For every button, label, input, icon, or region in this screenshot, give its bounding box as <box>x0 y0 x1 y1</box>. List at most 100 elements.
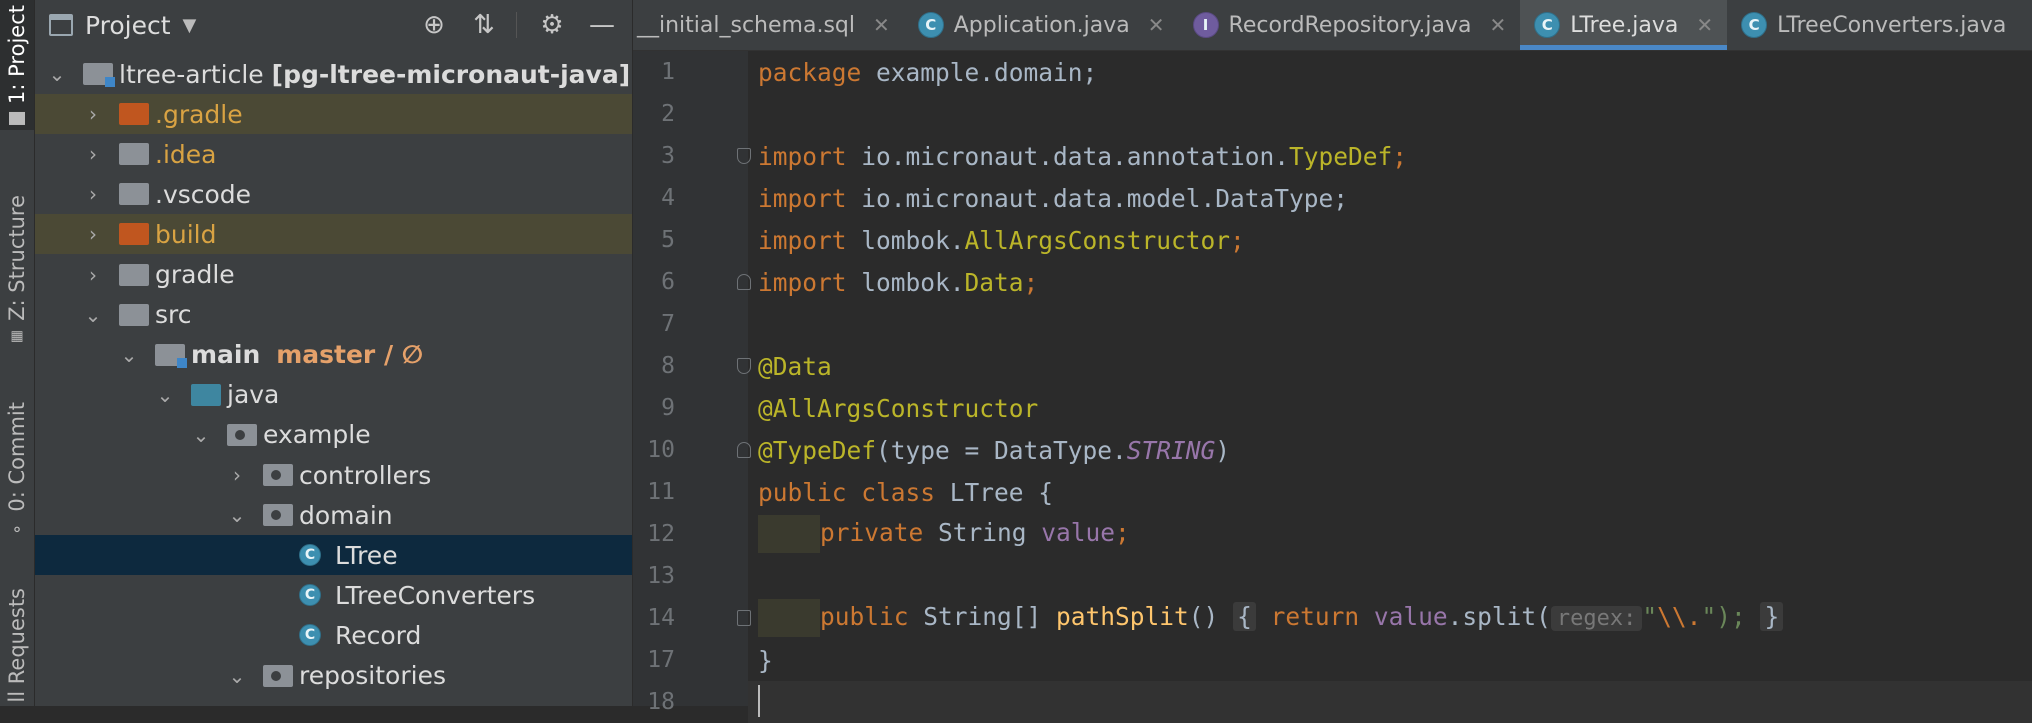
collapse-icon[interactable]: ⇅ <box>467 8 501 42</box>
code-line: 8 @Data <box>633 345 2032 387</box>
tree-row-build[interactable]: › build <box>35 214 632 255</box>
package-icon <box>227 423 257 446</box>
expand-fold-icon[interactable] <box>737 610 751 626</box>
class-icon: C <box>299 624 321 647</box>
tree-row-root[interactable]: ⌄ ltree-article [pg-ltree-micronaut-java… <box>35 54 632 94</box>
code-line: 13 <box>633 555 2032 597</box>
tree-row-gradle[interactable]: › gradle <box>35 255 632 295</box>
chevron-down-icon[interactable]: ⌄ <box>47 62 67 86</box>
chevron-right-icon[interactable]: › <box>227 463 247 487</box>
gear-icon[interactable]: ⚙ <box>535 8 569 42</box>
folded-brace[interactable]: { <box>1233 602 1256 631</box>
folded-brace[interactable]: } <box>1760 602 1784 631</box>
chevron-down-icon[interactable]: ⌄ <box>191 423 211 447</box>
root-name: ltree-article <box>119 59 264 89</box>
crosshair-icon[interactable]: ⊕ <box>417 8 451 42</box>
tree-row-idea[interactable]: › .idea <box>35 134 632 174</box>
folder-icon <box>119 303 149 326</box>
line-number: 7 <box>661 311 675 337</box>
tree-row-ltreeconverters[interactable]: C LTreeConverters <box>35 575 632 615</box>
tree-label: build <box>155 219 217 249</box>
token: io.micronaut.data.model.DataType; <box>846 183 1349 213</box>
folder-icon <box>119 183 149 206</box>
fold-icon[interactable] <box>737 358 751 374</box>
chevron-down-icon[interactable]: ⌄ <box>155 383 175 407</box>
code-line: 18 <box>633 681 2032 723</box>
tree-row-domain[interactable]: ⌄ domain <box>35 495 632 535</box>
code-line: 3 import io.micronaut.data.annotation.Ty… <box>633 135 2032 177</box>
chevron-right-icon[interactable]: › <box>83 222 103 246</box>
chevron-right-icon[interactable]: › <box>83 102 103 126</box>
close-icon[interactable]: ✕ <box>1696 13 1713 37</box>
tree-row-controllers[interactable]: › controllers <box>35 455 632 495</box>
token: @Data <box>758 351 832 381</box>
tree-row-src[interactable]: ⌄ src <box>35 295 632 335</box>
chevron-down-icon[interactable]: ⌄ <box>119 343 139 367</box>
root-project-name: [pg-ltree-micronaut-java] <box>271 59 631 89</box>
chevron-right-icon[interactable]: › <box>83 142 103 166</box>
tab-recordrepository[interactable]: I RecordRepository.java ✕ <box>1179 0 1521 50</box>
tree-row-gradle-dir[interactable]: › .gradle <box>35 94 632 135</box>
code-editor[interactable]: 1 package example.domain; 2 3 import io.… <box>633 51 2032 723</box>
tab-ltree[interactable]: C LTree.java ✕ <box>1520 0 1728 50</box>
commit-tool-tab[interactable]: ⚬ 0: Commit <box>0 395 34 545</box>
token: import <box>758 183 847 213</box>
close-icon[interactable]: ✕ <box>1489 13 1506 37</box>
chevron-right-icon[interactable]: › <box>83 263 103 287</box>
excluded-folder-icon <box>119 103 149 126</box>
tab-label: LTree.java <box>1570 12 1679 38</box>
code-text: import lombok.AllArgsConstructor; <box>758 226 1245 255</box>
close-icon[interactable]: ✕ <box>873 13 890 37</box>
tab-ltreeconverters[interactable]: C LTreeConverters.java <box>1727 0 2020 50</box>
token: (type = DataType. <box>876 435 1127 465</box>
code-line: 1 package example.domain; <box>633 51 2032 93</box>
token: ; <box>1115 518 1130 547</box>
token: String[] <box>908 602 1057 631</box>
tab-initial-schema[interactable]: __initial_schema.sql ✕ <box>633 0 904 50</box>
token: package <box>758 57 862 87</box>
chevron-down-icon[interactable]: ⌄ <box>83 303 103 327</box>
tree-row-repositories[interactable]: ⌄ repositories <box>35 656 632 696</box>
token: } <box>758 645 773 675</box>
project-tool-tab[interactable]: 1: Project <box>0 0 34 130</box>
chevron-right-icon[interactable]: › <box>83 182 103 206</box>
token: ; <box>1392 141 1408 171</box>
chevron-down-icon[interactable]: ⌄ <box>227 503 247 527</box>
structure-tool-tab[interactable]: ▦ Z: Structure <box>0 190 34 350</box>
line-number: 14 <box>647 605 675 631</box>
fold-icon[interactable] <box>737 148 751 164</box>
tree-label: .gradle <box>155 99 243 129</box>
token: public class <box>758 477 936 507</box>
fold-icon[interactable] <box>737 274 751 290</box>
git-branch-label: master / ∅ <box>276 340 424 370</box>
tree-row-main[interactable]: ⌄ main master / ∅ <box>35 335 632 375</box>
chevron-down-icon[interactable]: ⌄ <box>227 664 247 688</box>
class-icon: C <box>299 584 321 607</box>
close-icon[interactable]: ✕ <box>1148 13 1165 37</box>
tool-window-strip: 1: Project ▦ Z: Structure ⚬ 0: Commit ll R… <box>0 0 35 706</box>
indent-marker <box>758 599 820 637</box>
code-text: package example.domain; <box>758 58 1097 87</box>
token: @AllArgsConstructor <box>758 393 1039 423</box>
code-text: @Data <box>758 352 832 381</box>
tab-application[interactable]: C Application.java ✕ <box>904 0 1179 50</box>
tab-label: LTreeConverters.java <box>1777 12 2007 38</box>
project-panel-title[interactable]: Project <box>85 11 171 40</box>
line-number: 18 <box>647 689 675 715</box>
token: String <box>923 518 1042 547</box>
tree-row-example[interactable]: ⌄ example <box>35 415 632 455</box>
line-number: 8 <box>661 353 675 379</box>
minimize-icon[interactable]: — <box>585 8 619 42</box>
chevron-down-icon[interactable]: ▼ <box>183 15 197 36</box>
tree-row-ltree[interactable]: C LTree <box>35 535 632 576</box>
token: import <box>758 225 847 255</box>
pull-requests-tool-tab[interactable]: ll Requests <box>0 585 34 706</box>
tab-label: RecordRepository.java <box>1228 12 1472 38</box>
token: "); <box>1701 602 1746 631</box>
tree-row-vscode[interactable]: › .vscode <box>35 174 632 214</box>
tree-row-record[interactable]: C Record <box>35 615 632 655</box>
code-line: 14 public String[] pathSplit() { return … <box>633 597 2032 639</box>
token: TypeDef <box>1289 141 1393 171</box>
tree-row-java[interactable]: ⌄ java <box>35 375 632 415</box>
fold-icon[interactable] <box>737 442 751 458</box>
